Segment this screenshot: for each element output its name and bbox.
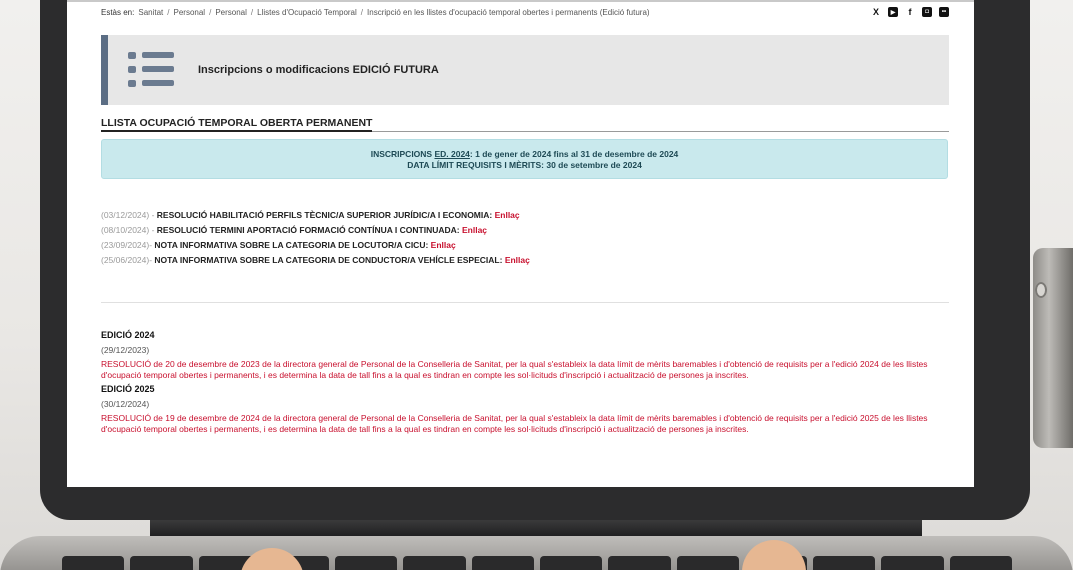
info-line-1: INSCRIPCIONS ED. 2024: 1 de gener de 202… — [102, 149, 947, 160]
banner-title: Inscripcions o modificacions EDICIÓ FUTU… — [198, 64, 439, 76]
edition-resolution-link[interactable]: RESOLUCIÓ de 19 de desembre de 2024 de l… — [101, 413, 949, 434]
breadcrumb: Estàs en: Sanitat / Personal / Personal … — [101, 8, 650, 17]
news-date: (03/12/2024) - — [101, 210, 157, 220]
list-icon — [128, 50, 178, 90]
breadcrumb-separator: / — [167, 7, 170, 17]
edition-resolution-link[interactable]: RESOLUCIÓ de 20 de desembre de 2023 de l… — [101, 359, 949, 380]
news-date: (08/10/2024) - — [101, 225, 157, 235]
desk-object — [1033, 248, 1073, 448]
key — [881, 556, 944, 570]
key — [471, 556, 534, 570]
breadcrumb-item-personal[interactable]: Personal — [174, 8, 206, 17]
news-title: NOTA INFORMATIVA SOBRE LA CATEGORIA DE L… — [154, 240, 429, 250]
breadcrumb-separator: / — [209, 7, 212, 17]
key — [539, 556, 603, 570]
news-title: RESOLUCIÓ TERMINI APORTACIÓ FORMACIÓ CON… — [156, 225, 460, 235]
info-line-1-suffix: : 1 de gener de 2024 fins al 31 de desem… — [469, 149, 679, 159]
section-title: LLISTA OCUPACIÓ TEMPORAL OBERTA PERMANEN… — [101, 117, 949, 132]
news-date: (23/09/2024)- — [101, 240, 155, 250]
news-item: (03/12/2024) - RESOLUCIÓ HABILITACIÓ PER… — [101, 208, 949, 223]
flickr-icon[interactable]: •• — [939, 7, 949, 17]
top-rule — [67, 0, 974, 2]
breadcrumb-lead: Estàs en: — [101, 7, 135, 17]
key — [813, 556, 876, 570]
news-link[interactable]: Enllaç — [431, 240, 456, 250]
breadcrumb-separator: / — [360, 7, 364, 17]
news-link[interactable]: Enllaç — [505, 255, 530, 265]
section-divider — [101, 302, 949, 303]
breadcrumb-separator: / — [250, 7, 254, 17]
breadcrumb-item-llistes[interactable]: Llistes d'Ocupació Temporal — [257, 8, 357, 17]
news-list: (03/12/2024) - RESOLUCIÓ HABILITACIÓ PER… — [101, 208, 949, 268]
edition-banner[interactable]: Inscripcions o modificacions EDICIÓ FUTU… — [101, 35, 949, 105]
news-date: (25/06/2024)- — [101, 255, 155, 265]
desk-object-knob — [1035, 282, 1047, 298]
youtube-icon[interactable]: ▶ — [888, 7, 898, 17]
breadcrumb-bar: Estàs en: Sanitat / Personal / Personal … — [101, 5, 949, 19]
edition-date: (30/12/2024) — [101, 398, 150, 409]
news-title: RESOLUCIÓ HABILITACIÓ PERFILS TÈCNIC/A S… — [156, 210, 490, 220]
info-line-1-prefix: INSCRIPCIONS — [370, 149, 435, 159]
news-link[interactable]: Enllaç — [462, 225, 487, 235]
key — [130, 556, 193, 570]
section-title-text: LLISTA OCUPACIÓ TEMPORAL OBERTA PERMANEN… — [101, 117, 373, 132]
key — [62, 556, 125, 570]
key — [949, 556, 1012, 570]
news-item: (08/10/2024) - RESOLUCIÓ TERMINI APORTAC… — [101, 223, 949, 238]
social-links: X ▶ f ◘ •• — [871, 7, 949, 17]
breadcrumb-item-personal-2[interactable]: Personal — [215, 8, 247, 17]
laptop-screen: Estàs en: Sanitat / Personal / Personal … — [67, 0, 974, 487]
facebook-icon[interactable]: f — [905, 7, 915, 17]
news-title: NOTA INFORMATIVA SOBRE LA CATEGORIA DE C… — [154, 255, 503, 265]
keyboard-row — [62, 556, 1012, 570]
key — [608, 556, 671, 570]
key — [403, 556, 466, 570]
editions-list: EDICIÓ 2024 (29/12/2023) RESOLUCIÓ de 20… — [101, 330, 949, 438]
edition-link[interactable]: ED. 2024 — [434, 149, 469, 159]
news-item: (25/06/2024)- NOTA INFORMATIVA SOBRE LA … — [101, 253, 949, 268]
info-line-2: DATA LÍMIT REQUISITS I MÈRITS: 30 de set… — [407, 160, 642, 170]
breadcrumb-item-sanitat[interactable]: Sanitat — [138, 8, 163, 17]
key — [335, 556, 398, 570]
edition-heading: EDICIÓ 2025 — [101, 384, 155, 394]
news-item: (23/09/2024)- NOTA INFORMATIVA SOBRE LA … — [101, 238, 949, 253]
inscriptions-info-box: INSCRIPCIONS ED. 2024: 1 de gener de 202… — [101, 139, 948, 179]
instagram-icon[interactable]: ◘ — [922, 7, 932, 17]
breadcrumb-item-current: Inscripció en les llistes d'ocupació tem… — [367, 7, 650, 17]
x-icon[interactable]: X — [871, 7, 881, 17]
edition-date: (29/12/2023) — [101, 344, 150, 355]
edition-heading: EDICIÓ 2024 — [101, 330, 155, 340]
news-link[interactable]: Enllaç — [495, 210, 520, 220]
key — [676, 556, 739, 570]
